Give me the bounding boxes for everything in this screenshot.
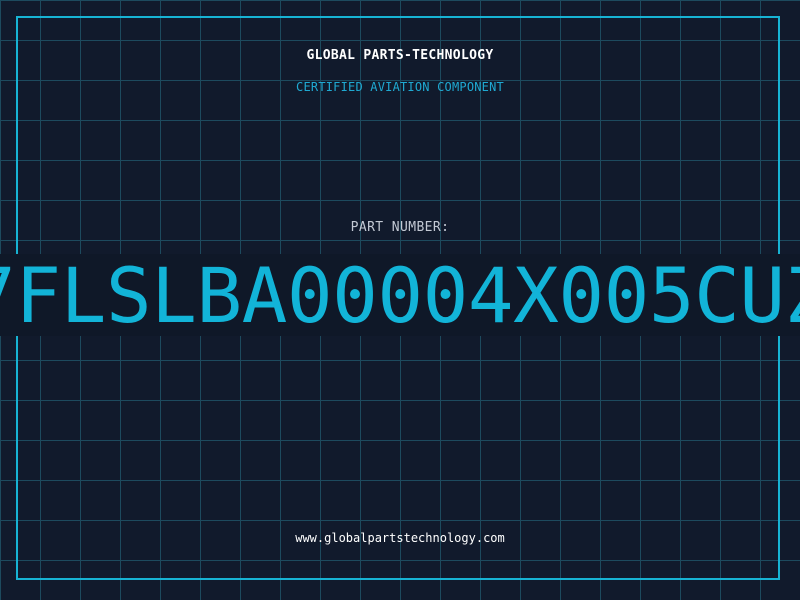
- brand-subtitle: CERTIFIED AVIATION COMPONENT: [296, 80, 504, 94]
- part-number-value: 7FLSLBA00004X005CUZ: [0, 254, 800, 336]
- website-link[interactable]: www.globalpartstechnology.com: [0, 531, 800, 545]
- part-card: GLOBAL PARTS-TECHNOLOGY CERTIFIED AVIATI…: [0, 0, 800, 600]
- part-number-label: PART NUMBER:: [350, 220, 450, 235]
- part-number-band: 7FLSLBA00004X005CUZ: [0, 254, 800, 336]
- brand-title: GLOBAL PARTS-TECHNOLOGY: [306, 48, 494, 63]
